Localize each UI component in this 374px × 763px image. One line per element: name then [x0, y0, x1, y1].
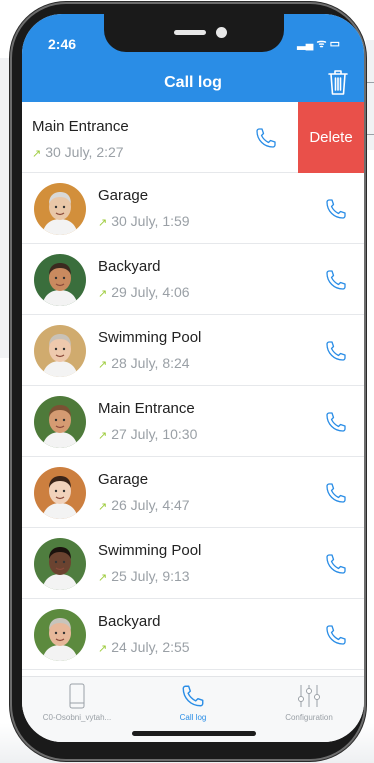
notch [104, 14, 284, 52]
call-icon[interactable] [324, 623, 348, 647]
list-item[interactable]: Swimming Pool ↗ 25 July, 9:13 [22, 528, 364, 599]
tab-label: Configuration [285, 713, 333, 722]
outgoing-arrow-icon: ↗ [98, 430, 108, 442]
row-name: Swimming Pool [98, 329, 202, 346]
call-icon[interactable] [324, 552, 348, 576]
row-name: Swimming Pool [98, 542, 202, 559]
avatar [34, 325, 86, 377]
page-title: Call log [164, 74, 222, 91]
outgoing-arrow-icon: ↗ [98, 359, 108, 371]
camera [216, 27, 227, 38]
tab-label: C0-Osobni_vytah... [42, 713, 112, 722]
row-date: ↗ 25 July, 9:13 [98, 568, 190, 584]
avatar [34, 609, 86, 661]
outgoing-arrow-icon: ↗ [98, 288, 108, 300]
row-date-text: 26 July, 4:47 [111, 497, 190, 513]
avatar [34, 396, 86, 448]
row-name: Main Entrance [98, 400, 195, 417]
phone-handset-icon [182, 685, 204, 707]
row-name: Backyard [98, 258, 161, 275]
phone-device-icon [69, 683, 85, 709]
tab-bar: C0-Osobni_vytah... Call log Configuratio… [22, 676, 364, 742]
sliders-icon [298, 685, 320, 707]
call-icon[interactable] [324, 481, 348, 505]
outgoing-arrow-icon: ↗ [98, 643, 108, 655]
row-date-text: 27 July, 10:30 [111, 426, 198, 442]
row-date-text: 30 July, 2:27 [45, 144, 124, 160]
list-item[interactable]: Backyard ↗ 24 July, 2:55 [22, 599, 364, 670]
list-item-swiped[interactable]: Main Entrance ↗ 30 July, 2:27 Delete [22, 102, 364, 173]
list-item[interactable]: Garage ↗ 30 July, 1:59 [22, 173, 364, 244]
delete-button[interactable]: Delete [298, 102, 364, 173]
trash-icon[interactable] [326, 68, 350, 96]
speaker [174, 30, 206, 35]
row-name: Garage [98, 471, 149, 488]
row-date: ↗ 27 July, 10:30 [98, 426, 197, 442]
outgoing-arrow-icon: ↗ [98, 501, 108, 513]
row-date-text: 25 July, 9:13 [111, 568, 190, 584]
row-name: Garage [98, 187, 149, 204]
outgoing-arrow-icon: ↗ [98, 217, 108, 229]
list-item[interactable]: Swimming Pool ↗ 28 July, 8:24 [22, 315, 364, 386]
call-icon[interactable] [324, 339, 348, 363]
row-date: ↗ 30 July, 1:59 [98, 213, 190, 229]
list-item[interactable]: Main Entrance ↗ 27 July, 10:30 [22, 386, 364, 457]
row-date: ↗ 26 July, 4:47 [98, 497, 190, 513]
row-date-text: 30 July, 1:59 [111, 213, 190, 229]
avatar [34, 467, 86, 519]
call-icon[interactable] [324, 197, 348, 221]
row-date: ↗ 29 July, 4:06 [98, 284, 190, 300]
status-time: 2:46 [48, 36, 77, 52]
tab-label: Call log [179, 713, 207, 722]
row-date-text: 29 July, 4:06 [111, 284, 190, 300]
list-item[interactable]: Garage ↗ 26 July, 4:47 [22, 457, 364, 528]
outgoing-arrow-icon: ↗ [98, 572, 108, 584]
call-icon[interactable] [254, 126, 278, 150]
call-icon[interactable] [324, 410, 348, 434]
app-header: 2:46 ▂▄ ᯤ ▭ Call log [22, 14, 364, 102]
row-date: ↗ 28 July, 8:24 [98, 355, 190, 371]
outgoing-arrow-icon: ↗ [32, 148, 42, 160]
avatar [34, 254, 86, 306]
tab-call-log[interactable]: Call log [138, 683, 248, 722]
tab-configuration[interactable]: Configuration [254, 683, 364, 722]
row-name: Backyard [98, 613, 161, 630]
home-indicator [132, 731, 256, 736]
row-date-text: 28 July, 8:24 [111, 355, 190, 371]
status-icons: ▂▄ ᯤ ▭ [297, 38, 340, 50]
row-date-text: 24 July, 2:55 [111, 639, 190, 655]
row-date: ↗ 24 July, 2:55 [98, 639, 190, 655]
call-icon[interactable] [324, 268, 348, 292]
avatar [34, 538, 86, 590]
row-name: Main Entrance [32, 118, 129, 135]
call-log-list: Main Entrance ↗ 30 July, 2:27 Delete Gara… [22, 102, 364, 670]
list-item[interactable]: Backyard ↗ 29 July, 4:06 [22, 244, 364, 315]
phone-screen: 2:46 ▂▄ ᯤ ▭ Call log Main Entrance ↗ 30 J… [22, 14, 364, 742]
tab-device[interactable]: C0-Osobni_vytah... [22, 683, 132, 722]
row-date: ↗ 30 July, 2:27 [32, 144, 124, 160]
avatar [34, 183, 86, 235]
